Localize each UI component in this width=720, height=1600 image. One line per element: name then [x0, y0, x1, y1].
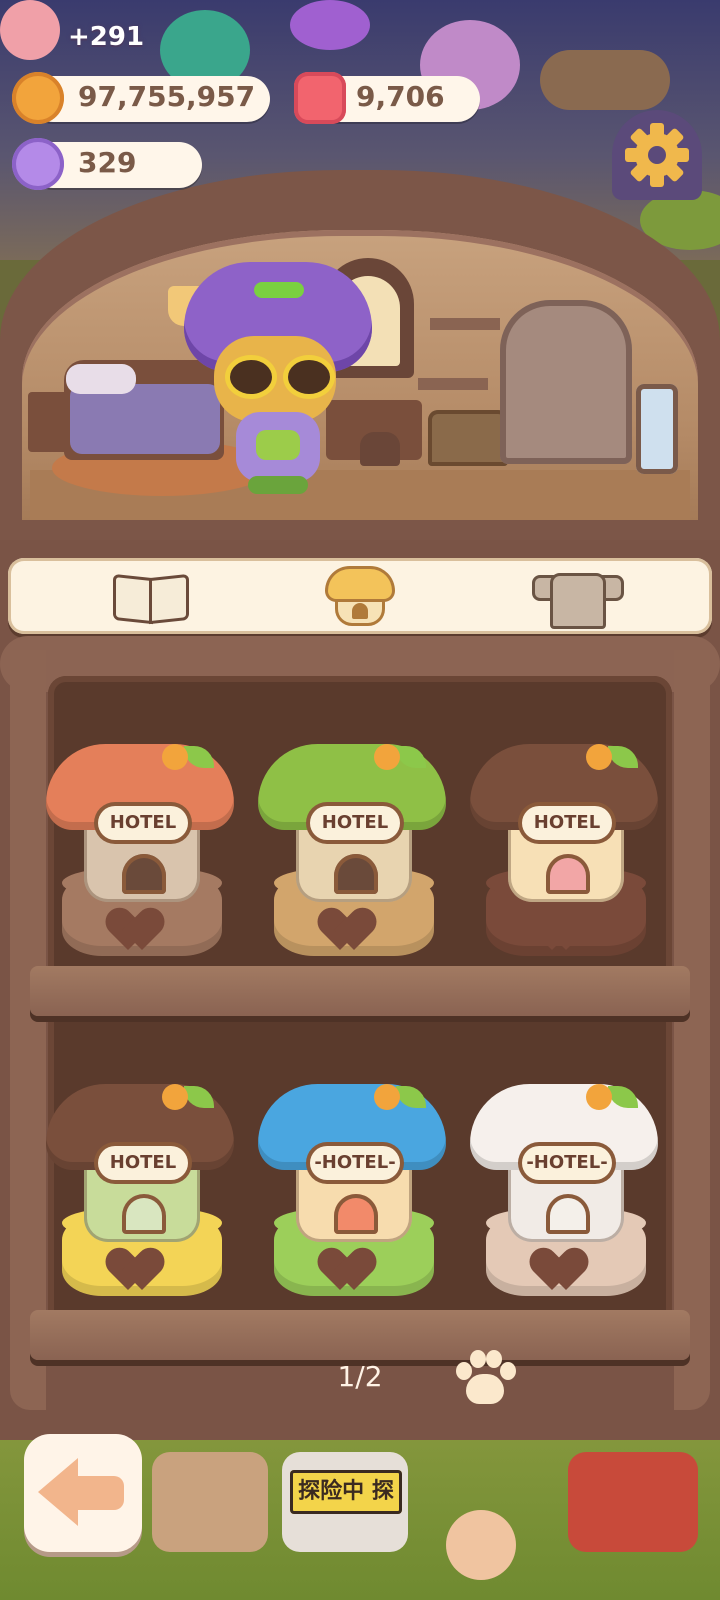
flower-icon — [162, 744, 188, 770]
mirror — [636, 384, 678, 474]
hotel-sign: HOTEL — [98, 1146, 188, 1180]
background-character — [446, 1510, 516, 1580]
player-avatar[interactable] — [180, 262, 376, 502]
cookie-coin-icon — [12, 72, 64, 124]
tab-hotel[interactable] — [312, 562, 408, 630]
hotel-door — [334, 854, 378, 894]
flower-icon — [586, 1084, 612, 1110]
hotel-door — [546, 854, 590, 894]
background-character — [0, 0, 60, 60]
hotel-door — [334, 1194, 378, 1234]
flower-icon — [374, 1084, 400, 1110]
hotel-item[interactable]: -HOTEL- — [468, 1066, 668, 1306]
avatar-hair-accessory — [254, 282, 304, 298]
adventure-sign: 探险中 探 — [290, 1470, 402, 1514]
heart-icon — [116, 1250, 168, 1294]
tab-clothes[interactable] — [530, 562, 626, 630]
book-icon — [103, 566, 189, 626]
cabinet-side — [674, 650, 710, 1410]
shelf-board — [30, 1310, 690, 1360]
flower-icon — [162, 1084, 188, 1110]
treasure-chest — [428, 410, 508, 466]
gear-icon — [625, 123, 689, 187]
shirt-icon — [532, 565, 624, 629]
flower-icon — [374, 744, 400, 770]
hotel-item[interactable]: HOTEL — [44, 726, 244, 966]
shelf-board — [30, 966, 690, 1016]
bottom-card-stage[interactable] — [568, 1452, 698, 1552]
settings-button[interactable] — [612, 110, 702, 200]
avatar-bag — [256, 430, 300, 460]
heart-icon — [540, 910, 592, 954]
hotel-sign: -HOTEL- — [522, 1146, 612, 1180]
hotel-door — [122, 1194, 166, 1234]
jelly-gem-icon — [294, 72, 346, 124]
hotel-door — [122, 854, 166, 894]
candy-amount: 329 — [78, 146, 137, 179]
hotel-icon — [322, 565, 398, 627]
background-character — [290, 0, 370, 50]
pillow — [66, 364, 136, 394]
coin-counter[interactable]: 97,755,957 — [30, 76, 270, 122]
hotel-item[interactable]: HOTEL — [256, 726, 456, 966]
tab-book[interactable] — [98, 562, 194, 630]
flower-icon — [586, 744, 612, 770]
avatar-glasses — [230, 360, 272, 394]
next-page-button[interactable] — [452, 1350, 518, 1412]
hotel-sign: -HOTEL- — [310, 1146, 400, 1180]
background-character — [540, 50, 670, 110]
avatar-feet — [248, 476, 308, 494]
hotel-item[interactable]: -HOTEL- — [256, 1066, 456, 1306]
cabinet-side — [10, 650, 46, 1410]
candy-icon — [12, 138, 64, 190]
heart-icon — [540, 1250, 592, 1294]
back-button[interactable] — [24, 1434, 142, 1552]
page-indicator: 1/2 — [337, 1360, 383, 1393]
wall-shelf — [430, 318, 500, 330]
coin-gain-text: +291 — [68, 22, 145, 52]
hotel-item[interactable]: HOTEL — [468, 726, 668, 966]
gem-amount: 9,706 — [356, 80, 445, 113]
hotel-door — [546, 1194, 590, 1234]
hotel-sign: HOTEL — [522, 806, 612, 840]
heart-icon — [116, 910, 168, 954]
hotel-sign: HOTEL — [310, 806, 400, 840]
hotel-item[interactable]: HOTEL — [44, 1066, 244, 1306]
heart-icon — [328, 910, 380, 954]
wall-shelf — [418, 378, 488, 390]
coin-amount: 97,755,957 — [78, 80, 256, 113]
hotel-sign: HOTEL — [98, 806, 188, 840]
bottom-card-edit[interactable] — [152, 1452, 268, 1552]
wardrobe — [500, 300, 632, 464]
avatar-glasses — [288, 360, 330, 394]
heart-icon — [328, 1250, 380, 1294]
